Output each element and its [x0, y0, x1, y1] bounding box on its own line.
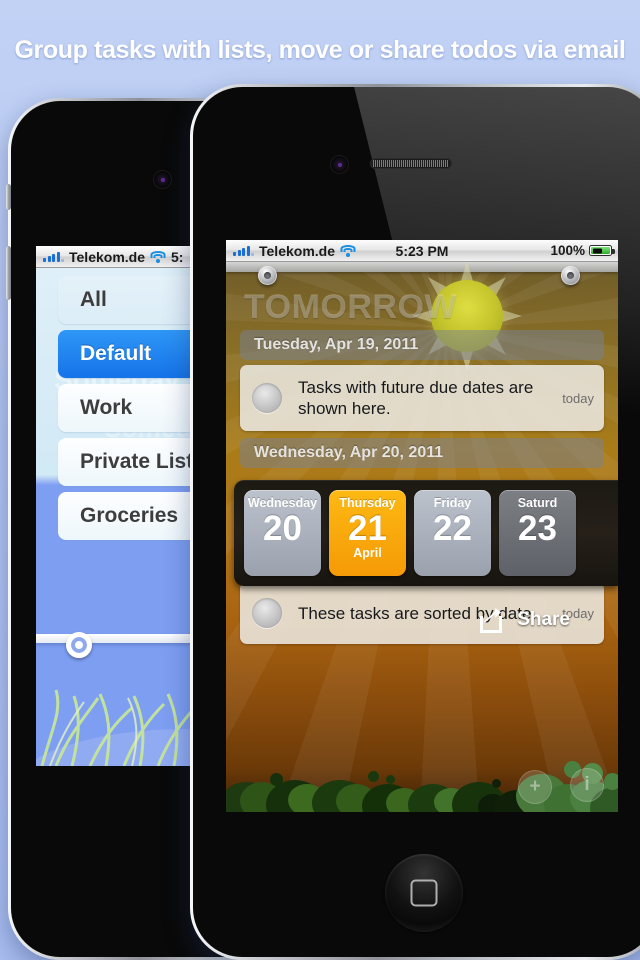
add-task-button[interactable]: +: [518, 770, 552, 804]
task-row[interactable]: Tasks with future due dates are shown he…: [240, 365, 604, 431]
battery-percent-label: 100%: [550, 243, 585, 258]
unchecked-circle-icon[interactable]: [252, 598, 282, 628]
list-item-label: Default: [80, 342, 152, 365]
share-label: Share: [517, 609, 570, 630]
share-overlay[interactable]: Share: [480, 607, 570, 633]
date-weekday: Friday: [433, 496, 472, 510]
info-button[interactable]: i: [570, 768, 604, 802]
front-carrier-label: Telekom.de: [259, 242, 335, 259]
front-status-left: Telekom.de: [226, 243, 356, 259]
signal-bars-icon: [43, 251, 64, 262]
list-item-label: Private List: [80, 450, 194, 473]
wifi-icon: [340, 244, 356, 257]
date-picker-day[interactable]: Wednesday 20: [244, 490, 321, 576]
signal-bars-icon: [233, 245, 254, 256]
date-weekday: Wednesday: [247, 496, 318, 510]
back-time-label: 5:: [171, 248, 184, 265]
home-button[interactable]: [385, 854, 463, 932]
earpiece-speaker-icon: [370, 158, 452, 169]
date-number: 20: [263, 509, 302, 548]
section-header-apr-19: Tuesday, Apr 19, 2011: [240, 330, 604, 360]
bushes-decoration: [226, 750, 618, 812]
unchecked-circle-icon[interactable]: [252, 383, 282, 413]
front-camera-icon: [331, 156, 348, 173]
task-due-tag: today: [562, 390, 594, 406]
date-weekday: Saturd: [517, 496, 558, 510]
silent-switch[interactable]: [6, 184, 11, 210]
binding-pin-left: [258, 266, 277, 285]
home-square-icon: [410, 879, 438, 907]
page-title: Group tasks with lists, move or share to…: [14, 36, 626, 64]
front-phone-device: Telekom.de 5:23 PM 100% TOMORROW Tuesday…: [190, 84, 640, 960]
binding-pin-right: [561, 266, 580, 285]
date-number: 22: [433, 509, 472, 548]
battery-charging-icon: [589, 245, 615, 256]
back-carrier-label: Telekom.de: [69, 248, 145, 265]
date-number: 23: [518, 509, 557, 548]
task-text: Tasks with future due dates are shown he…: [298, 378, 534, 418]
section-header-apr-20: Wednesday, Apr 20, 2011: [240, 438, 604, 468]
front-status-bar: Telekom.de 5:23 PM 100%: [226, 240, 618, 262]
hero-title: TOMORROW: [244, 288, 458, 326]
front-camera-icon: [154, 171, 171, 188]
list-item-label: All: [80, 288, 107, 311]
date-month: April: [353, 546, 382, 560]
back-status-left: Telekom.de 5:: [36, 249, 183, 265]
date-picker[interactable]: Wednesday 20 Thursday 21 April Friday 22…: [234, 480, 618, 586]
list-item-label: Groceries: [80, 504, 179, 527]
date-picker-day[interactable]: Friday 22: [414, 490, 491, 576]
date-picker-day[interactable]: Saturd 23: [499, 490, 576, 576]
date-picker-day-selected[interactable]: Thursday 21 April: [329, 490, 406, 576]
date-number: 21: [348, 509, 387, 548]
app-canvas: TOMORROW Tuesday, Apr 19, 2011 Tasks wit…: [226, 262, 618, 812]
wifi-icon: [150, 250, 166, 263]
share-box-arrow-icon: [480, 607, 510, 633]
date-weekday: Thursday: [339, 496, 396, 510]
front-phone-screen: Telekom.de 5:23 PM 100% TOMORROW Tuesday…: [226, 240, 618, 812]
volume-buttons[interactable]: [6, 246, 11, 300]
list-item-label: Work: [80, 396, 133, 419]
picker-pointer: [270, 585, 292, 586]
front-status-right: 100%: [550, 243, 615, 258]
front-time-label: 5:23 PM: [395, 242, 449, 259]
